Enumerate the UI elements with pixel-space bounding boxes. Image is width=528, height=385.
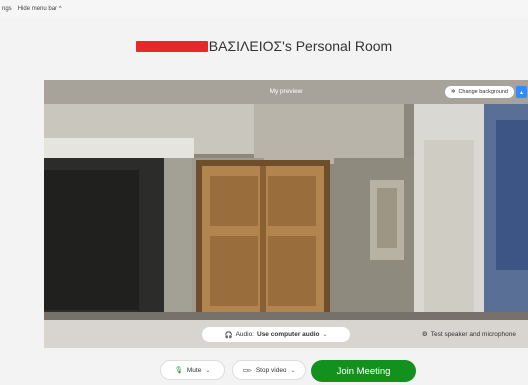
camera-feed bbox=[44, 80, 528, 348]
headphones-icon: 🎧 bbox=[224, 331, 233, 339]
background-expand-tab[interactable]: ▴ bbox=[516, 86, 527, 98]
sparkle-icon: ✲ bbox=[450, 89, 456, 95]
meeting-controls: 🎙 Mute ⌄ ▭▹ Stop video ⌄ Join Meeting bbox=[0, 360, 528, 382]
room-title: ΒΑΣΙΛΕΙΟΣ's Personal Room bbox=[0, 38, 528, 54]
test-speaker-button[interactable]: ⚙ Test speaker and microphone bbox=[421, 330, 516, 339]
stop-video-button[interactable]: ▭▹ Stop video ⌄ bbox=[232, 360, 306, 380]
mute-button[interactable]: 🎙 Mute ⌄ bbox=[160, 360, 225, 380]
chevron-down-icon: ⌄ bbox=[322, 332, 328, 338]
video-preview: My preview ✲ Change background ▴ 🎧 Audio… bbox=[44, 80, 528, 348]
chevron-down-icon: ⌄ bbox=[205, 367, 211, 374]
microphone-icon: 🎙 bbox=[174, 367, 183, 374]
video-camera-icon: ▭▹ bbox=[242, 367, 252, 374]
chevron-up-icon: ^ bbox=[58, 6, 62, 12]
menu-bar-truncated-text: ngs bbox=[2, 6, 12, 12]
change-background-button[interactable]: ✲ Change background bbox=[444, 86, 514, 98]
redacted-name bbox=[135, 41, 208, 52]
hide-menu-bar-button[interactable]: Hide menu bar ^ bbox=[18, 6, 62, 12]
audio-selector[interactable]: 🎧 Audio: Use computer audio ⌄ bbox=[202, 327, 350, 342]
menu-bar: ngs Hide menu bar ^ bbox=[0, 0, 528, 18]
preview-header: My preview ✲ Change background ▴ bbox=[44, 80, 528, 104]
preview-footer: 🎧 Audio: Use computer audio ⌄ ⚙ Test spe… bbox=[44, 320, 528, 348]
chevron-up-icon: ▴ bbox=[519, 89, 523, 96]
chevron-down-icon: ⌄ bbox=[290, 367, 296, 374]
join-meeting-button[interactable]: Join Meeting bbox=[311, 360, 416, 382]
gear-icon: ⚙ bbox=[421, 331, 428, 338]
